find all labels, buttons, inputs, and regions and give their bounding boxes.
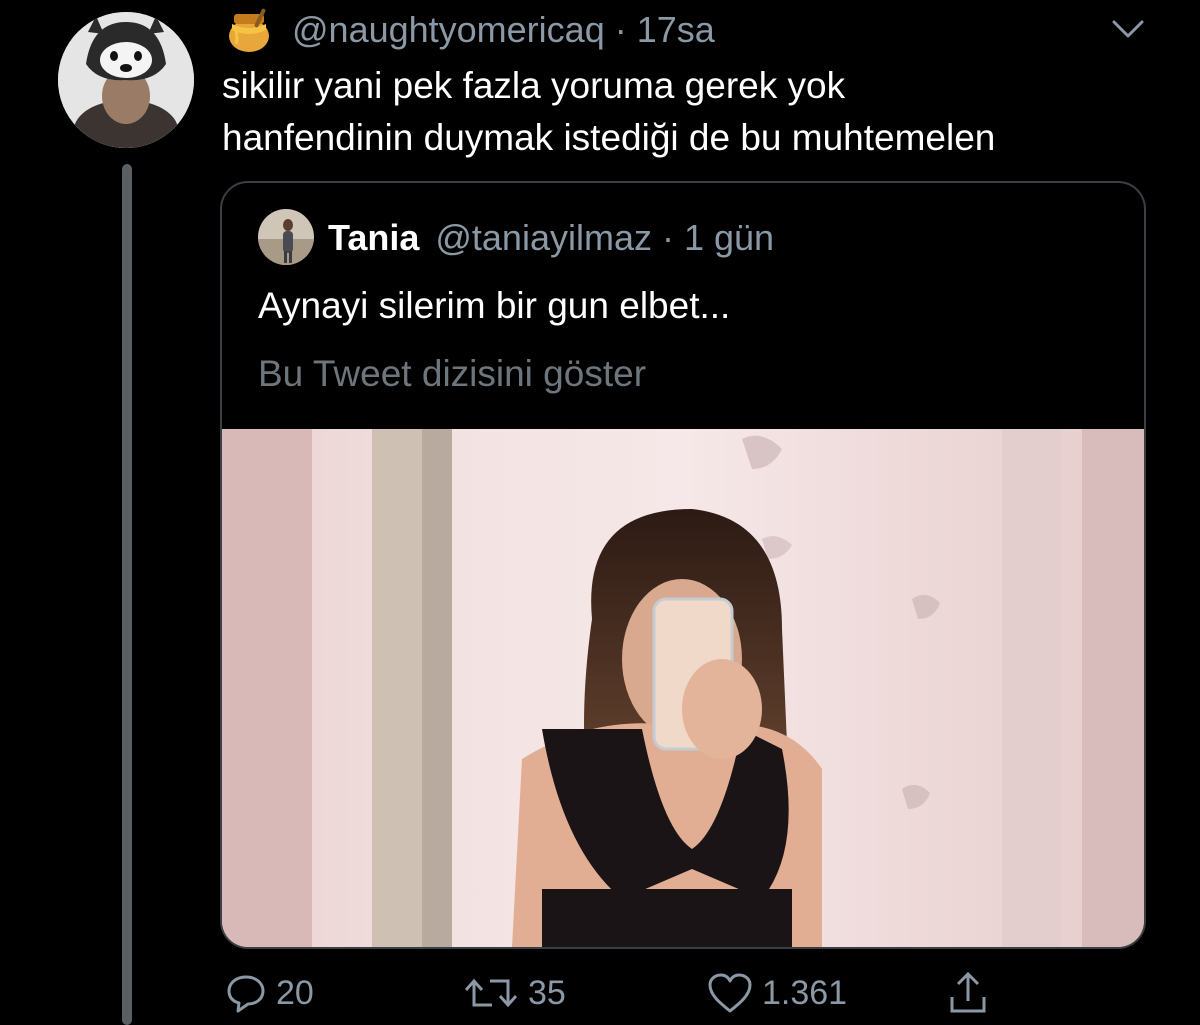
retweet-count: 35 xyxy=(528,973,566,1012)
separator-dot: · xyxy=(614,9,627,50)
quoted-tweet-card[interactable]: Tania @taniayilmaz · 1 gün Aynayi sileri… xyxy=(220,181,1146,949)
retweet-icon xyxy=(464,978,518,1008)
reply-button[interactable]: 20 xyxy=(224,968,314,1018)
like-icon xyxy=(708,973,752,1013)
tweet-actions: 20 35 1.361 xyxy=(0,968,1200,1018)
thread-line xyxy=(122,164,132,1025)
quoted-author-name[interactable]: Tania xyxy=(328,217,419,259)
quoted-tweet-photo[interactable] xyxy=(222,429,1144,947)
quoted-avatar-image xyxy=(258,209,314,265)
share-icon xyxy=(950,971,986,1013)
share-button[interactable] xyxy=(944,968,1000,1018)
chevron-down-icon[interactable] xyxy=(1110,14,1146,44)
honey-pot-icon xyxy=(229,8,269,52)
reply-icon xyxy=(227,975,265,1013)
quoted-tweet-time[interactable]: 1 gün xyxy=(684,217,774,259)
tweet-header: @naughtyomericaq · 17sa xyxy=(224,6,715,54)
show-thread-link[interactable]: Bu Tweet dizisini göster xyxy=(258,349,646,399)
quoted-author-avatar xyxy=(258,209,314,265)
retweet-button[interactable]: 35 xyxy=(462,968,566,1018)
tweet-text-line: sikilir yani pek fazla yoruma gerek yok xyxy=(222,65,846,106)
separator-dot: · xyxy=(661,217,674,258)
quoted-tweet-header: Tania @taniayilmaz · 1 gün xyxy=(328,213,774,263)
author-handle[interactable]: @naughtyomericaq xyxy=(292,9,605,51)
tweet-view: @naughtyomericaq · 17sa sikilir yani pek… xyxy=(0,0,1200,1025)
tweet-text: sikilir yani pek fazla yoruma gerek yok … xyxy=(222,60,1152,164)
like-button[interactable]: 1.361 xyxy=(706,968,847,1018)
like-count: 1.361 xyxy=(762,973,848,1012)
quoted-tweet-text: Aynayi silerim bir gun elbet... xyxy=(258,285,731,326)
reply-count: 20 xyxy=(276,973,314,1012)
avatar-image xyxy=(58,12,194,148)
quoted-author-handle[interactable]: @taniayilmaz xyxy=(435,217,652,259)
tweet-text-line: hanfendinin duymak istediği de bu muhtem… xyxy=(222,117,996,158)
tweet-time[interactable]: 17sa xyxy=(637,9,715,51)
author-avatar[interactable] xyxy=(58,12,194,148)
